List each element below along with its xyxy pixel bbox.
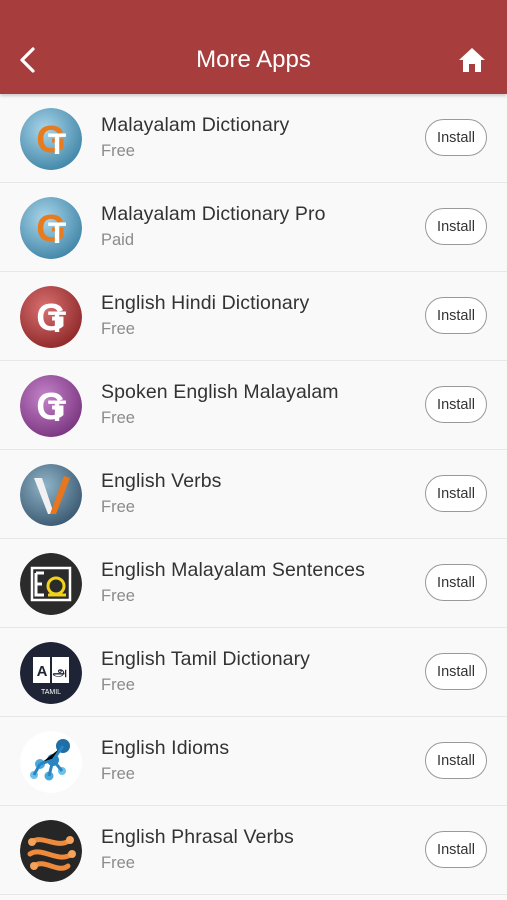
- app-price: Free: [101, 587, 135, 605]
- list-item[interactable]: English Phrasal Verbs Free Install: [0, 806, 507, 895]
- svg-text:TAMIL: TAMIL: [41, 689, 61, 696]
- list-item[interactable]: A அ TAMIL English Tamil Dictionary Free …: [0, 628, 507, 717]
- svg-text:T: T: [48, 306, 66, 339]
- app-name: Malayalam Dictionary: [101, 114, 290, 136]
- svg-text:A: A: [37, 663, 48, 680]
- verbs-logo-icon: [20, 464, 82, 526]
- app-name: English Malayalam Sentences: [101, 559, 365, 581]
- gt-purple-logo-icon: G T: [20, 375, 82, 437]
- gt-blue-logo-icon: G T: [20, 197, 82, 259]
- list-item[interactable]: G T Spoken English Malayalam Free Instal…: [0, 361, 507, 450]
- list-item[interactable]: G T Malayalam Dictionary Free Install: [0, 94, 507, 183]
- install-button[interactable]: Install: [425, 742, 487, 779]
- app-name: English Verbs: [101, 470, 222, 492]
- app-price: Paid: [101, 231, 135, 249]
- home-button[interactable]: [455, 43, 489, 77]
- svg-text:T: T: [48, 217, 66, 250]
- app-name: English Hindi Dictionary: [101, 292, 310, 314]
- app-price: Free: [101, 676, 135, 694]
- svg-text:T: T: [48, 128, 66, 161]
- app-price: Free: [101, 409, 135, 427]
- svg-text:T: T: [48, 395, 66, 428]
- app-name: Spoken English Malayalam: [101, 381, 339, 403]
- list-item[interactable]: English Malayalam Sentences Free Install: [0, 539, 507, 628]
- svg-text:அ: அ: [53, 664, 67, 679]
- home-icon: [459, 48, 485, 72]
- gt-blue-logo-icon: G T: [20, 108, 82, 170]
- app-price: Free: [101, 142, 135, 160]
- app-name: English Phrasal Verbs: [101, 826, 294, 848]
- page-title: More Apps: [196, 46, 311, 73]
- app-price: Free: [101, 765, 135, 783]
- list-item[interactable]: English Idioms Free Install: [0, 717, 507, 806]
- list-item[interactable]: English Verbs Free Install: [0, 450, 507, 539]
- app-price: Free: [101, 854, 135, 872]
- install-button[interactable]: Install: [425, 119, 487, 156]
- install-button[interactable]: Install: [425, 297, 487, 334]
- install-button[interactable]: Install: [425, 475, 487, 512]
- sentences-logo-icon: [20, 553, 82, 615]
- app-name: English Idioms: [101, 737, 230, 759]
- install-button[interactable]: Install: [425, 653, 487, 690]
- app-name: English Tamil Dictionary: [101, 648, 311, 670]
- app-price: Free: [101, 320, 135, 338]
- app-name: Malayalam Dictionary Pro: [101, 203, 326, 225]
- tamil-dictionary-logo-icon: A அ TAMIL: [20, 642, 82, 704]
- list-item[interactable]: G T English Hindi Dictionary Free Instal…: [0, 272, 507, 361]
- app-header: More Apps: [0, 0, 507, 94]
- install-button[interactable]: Install: [425, 386, 487, 423]
- list-item[interactable]: G T Malayalam Dictionary Pro Paid Instal…: [0, 183, 507, 272]
- idioms-logo-icon: [20, 731, 82, 793]
- app-price: Free: [101, 498, 135, 516]
- apps-list: G T Malayalam Dictionary Free Install G …: [0, 94, 507, 895]
- install-button[interactable]: Install: [425, 208, 487, 245]
- install-button[interactable]: Install: [425, 564, 487, 601]
- install-button[interactable]: Install: [425, 831, 487, 868]
- gt-red-logo-icon: G T: [20, 286, 82, 348]
- phrasal-verbs-logo-icon: [20, 820, 82, 882]
